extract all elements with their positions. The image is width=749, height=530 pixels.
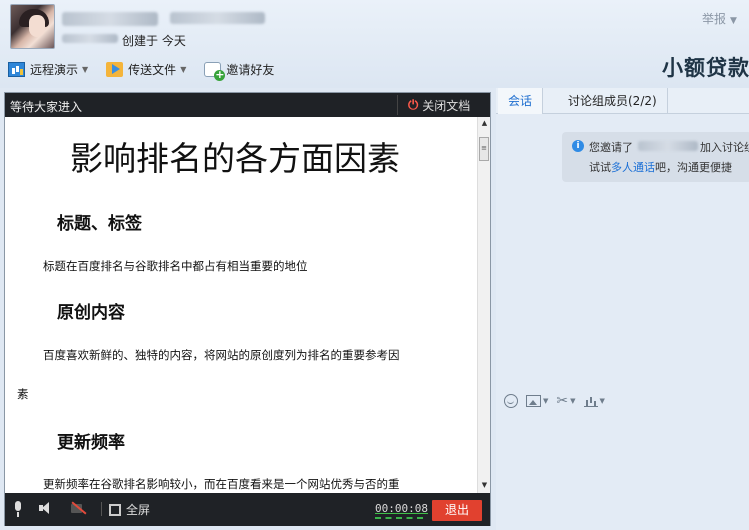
section-paragraph-continued: 素 [17, 387, 29, 401]
remote-demo-icon [8, 61, 25, 77]
chevron-down-icon: ▼ [543, 397, 549, 405]
section-paragraph: 更新频率在谷歌排名影响较小，而在百度看来是一个网站优秀与否的重 [43, 477, 400, 491]
waiting-status: 等待大家进入 [10, 100, 83, 114]
invite-friends-label: 邀请好友 [226, 62, 275, 77]
section-paragraph: 百度喜欢新鲜的、独特的内容，将网站的原创度列为排名的重要参考因 [43, 348, 400, 362]
creator-name-redacted [62, 34, 118, 43]
chat-panel: 会话 讨论组成员(2/2) i 您邀请了 加入讨论组 试试多人通话吧，沟通更便捷… [496, 88, 749, 530]
close-document-button[interactable]: ⏻ 关闭文档 [397, 95, 470, 115]
invite-icon [204, 61, 226, 81]
chevron-down-icon: ▼ [599, 397, 605, 405]
scissors-icon: ✂ [556, 393, 569, 409]
send-file-label: 传送文件 [128, 62, 177, 77]
document-content[interactable]: 影响排名的各方面因素 标题、标签 标题在百度排名与谷歌排名中都占有相当重要的地位… [5, 117, 475, 493]
exit-button[interactable]: 退出 [432, 500, 482, 521]
toolbar: 远程演示 ▼ 传送文件 ▼ 邀请好友 [8, 58, 292, 81]
remote-demo-button[interactable]: 远程演示 ▼ [8, 61, 88, 78]
close-document-label: 关闭文档 [422, 98, 471, 113]
chat-input-toolbar: ▼ ✂ ▼ ▼ [504, 393, 613, 409]
info-icon: i [572, 140, 584, 152]
notice-text: 加入讨论组 [700, 141, 749, 154]
document-bottombar: 全屏 00:00:08 退出 [5, 493, 490, 526]
document-scrollbar[interactable]: ▲ ≡ ▼ [477, 117, 490, 493]
fullscreen-label: 全屏 [126, 503, 151, 517]
notice-line2: 试试多人通话吧，沟通更便捷 [589, 159, 732, 175]
bar-chart-icon [583, 395, 598, 407]
section-paragraph: 标题在百度排名与谷歌排名中都占有相当重要的地位 [43, 259, 308, 273]
system-notice: i 您邀请了 加入讨论组 试试多人通话吧，沟通更便捷 [562, 132, 749, 182]
power-icon: ⏻ [408, 97, 419, 113]
report-label: 举报 [702, 12, 727, 26]
chevron-down-icon: ▼ [180, 64, 187, 74]
section-heading: 原创内容 [57, 303, 125, 323]
invitee-name-redacted [638, 141, 698, 151]
avatar-face [29, 15, 45, 37]
image-button[interactable]: ▼ [526, 395, 548, 407]
notice-text: 试试 [589, 161, 611, 174]
group-id-redacted [170, 12, 265, 24]
scroll-up-icon[interactable]: ▲ [478, 119, 491, 129]
scroll-down-icon[interactable]: ▼ [478, 481, 491, 491]
notice-text: 吧，沟通更便捷 [655, 161, 732, 174]
emoji-icon [504, 394, 518, 408]
report-button[interactable]: 举报 ▼ [702, 10, 737, 27]
brand-banner: 小额贷款 [662, 56, 749, 80]
timer-indicator [375, 517, 423, 520]
image-icon [526, 395, 541, 407]
chart-button[interactable]: ▼ [583, 395, 605, 407]
tab-members[interactable]: 讨论组成员(2/2) [558, 88, 668, 114]
fullscreen-icon [109, 503, 121, 516]
fullscreen-button[interactable]: 全屏 [109, 501, 150, 518]
document-title: 影响排名的各方面因素 [70, 139, 400, 178]
tab-chat[interactable]: 会话 [498, 88, 544, 114]
divider [101, 502, 102, 516]
header: 创建于 今天 举报▼ 远程演示 ▼ 传送文件 ▼ 邀请好友 小额贷款 [0, 0, 749, 88]
document-topbar: 等待大家进入 ⏻ 关闭文档 [5, 93, 490, 117]
document-panel: 等待大家进入 ⏻ 关闭文档 影响排名的各方面因素 标题、标签 标题在百度排名与谷… [4, 92, 491, 526]
chevron-down-icon: ▼ [82, 64, 89, 74]
call-timer: 00:00:08 [375, 502, 428, 515]
created-text: 创建于 今天 [122, 34, 186, 48]
notice-text: 您邀请了 [589, 141, 633, 154]
screenshot-button[interactable]: ✂ ▼ [556, 393, 575, 409]
camera-off-icon[interactable] [71, 501, 87, 515]
invite-friends-button[interactable]: 邀请好友 [204, 61, 275, 81]
send-file-icon [106, 61, 124, 77]
section-heading: 更新频率 [57, 433, 125, 453]
avatar[interactable] [10, 4, 55, 49]
remote-demo-label: 远程演示 [30, 62, 79, 77]
chevron-down-icon: ▼ [570, 397, 576, 405]
multi-call-link[interactable]: 多人通话 [611, 161, 655, 174]
section-heading: 标题、标签 [57, 214, 142, 234]
chevron-down-icon: ▼ [730, 16, 737, 26]
group-name-redacted [62, 12, 158, 26]
emoji-button[interactable] [504, 394, 518, 408]
scroll-thumb[interactable]: ≡ [479, 137, 489, 161]
speaker-icon[interactable] [39, 501, 51, 515]
microphone-icon[interactable] [13, 501, 23, 517]
chat-tabs: 会话 讨论组成员(2/2) [496, 88, 749, 114]
send-file-button[interactable]: 传送文件 ▼ [106, 61, 186, 78]
